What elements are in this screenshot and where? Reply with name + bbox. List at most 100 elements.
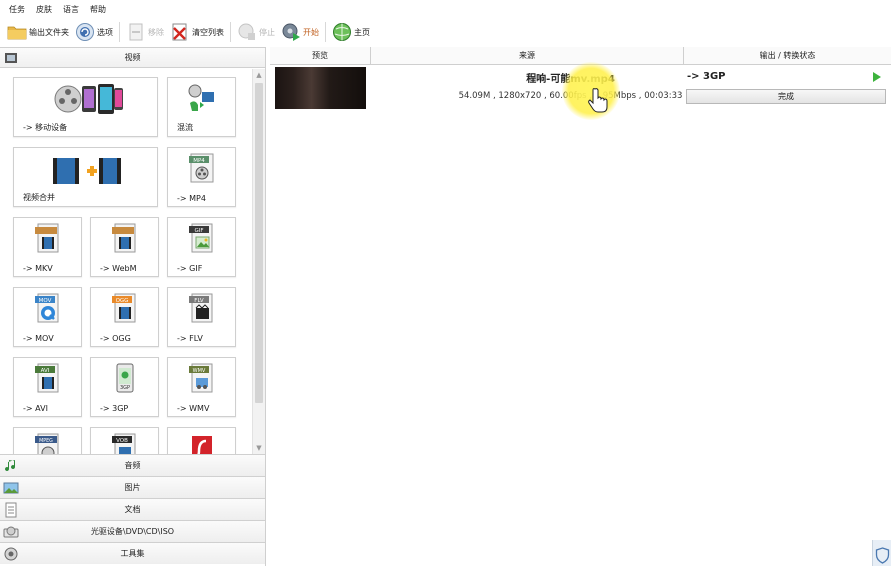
tile-3gp-label: -> 3GP bbox=[100, 404, 129, 413]
section-optical-drive[interactable]: 光驱设备\DVD\CD\ISO bbox=[0, 520, 265, 542]
menu-language[interactable]: 语言 bbox=[63, 4, 79, 15]
stop-button[interactable]: 停止 bbox=[237, 20, 275, 44]
remove-icon bbox=[129, 23, 143, 41]
tile-mobile-device-label: -> 移动设备 bbox=[23, 123, 68, 132]
tile-mkv[interactable]: -> MKV bbox=[13, 217, 82, 277]
scroll-up-icon[interactable]: ▲ bbox=[253, 69, 265, 81]
tile-ogg-label: -> OGG bbox=[100, 334, 131, 343]
ogg-badge-text: OGG bbox=[116, 298, 129, 304]
mp4-icon: MP4 bbox=[189, 153, 214, 183]
column-preview-label: 预览 bbox=[312, 51, 328, 60]
section-optical-drive-label: 光驱设备\DVD\CD\ISO bbox=[90, 527, 175, 536]
tile-mov[interactable]: MOV -> MOV bbox=[13, 287, 82, 347]
vob-icon: VOB bbox=[112, 433, 136, 454]
menu-help[interactable]: 帮助 bbox=[90, 4, 106, 15]
mp4-badge-text: MP4 bbox=[193, 158, 205, 164]
toolbar: 输出文件夹 选项 移除 清空列表 停止 开始 主页 bbox=[0, 18, 891, 46]
tile-gif-label: -> GIF bbox=[177, 264, 203, 273]
avi-badge-text: AVI bbox=[41, 368, 50, 374]
column-header-status[interactable]: 输出 / 转换状态 bbox=[684, 47, 891, 65]
mov-badge-text: MOV bbox=[39, 298, 52, 304]
section-picture[interactable]: 图片 bbox=[0, 476, 265, 498]
category-panel: 视频 -> 移动设备 混流 视频合并 MP4 -> MP4 -> MKV -> … bbox=[0, 47, 266, 566]
tile-vob[interactable]: VOB bbox=[90, 427, 159, 454]
options-button[interactable]: 选项 bbox=[75, 20, 113, 44]
play-icon[interactable] bbox=[873, 72, 881, 82]
tile-swf[interactable] bbox=[167, 427, 236, 454]
output-folder-label: 输出文件夹 bbox=[29, 27, 69, 37]
clear-list-button[interactable]: 清空列表 bbox=[170, 20, 224, 44]
tile-flv-label: -> FLV bbox=[177, 334, 203, 343]
section-picture-label: 图片 bbox=[124, 483, 141, 492]
start-button[interactable]: 开始 bbox=[281, 20, 319, 44]
tile-mpeg[interactable]: MPEG bbox=[13, 427, 82, 454]
column-status-label: 输出 / 转换状态 bbox=[759, 51, 816, 60]
avi-icon: AVI bbox=[35, 363, 59, 393]
tile-mp4-label: -> MP4 bbox=[177, 194, 206, 203]
toolbar-separator bbox=[230, 22, 231, 42]
webm-icon bbox=[112, 223, 136, 253]
wmv-badge-text: WMV bbox=[193, 368, 206, 374]
section-audio-label: 音频 bbox=[124, 461, 141, 470]
video-thumbnail bbox=[275, 67, 366, 109]
mov-icon: MOV bbox=[35, 293, 59, 323]
output-format: -> 3GP bbox=[687, 71, 726, 82]
section-audio[interactable]: 音频 bbox=[0, 454, 265, 476]
scrollbar-thumb[interactable] bbox=[255, 83, 263, 403]
tile-video-merge-label: 视频合并 bbox=[23, 193, 55, 202]
picture-icon bbox=[3, 482, 19, 494]
tile-mix[interactable]: 混流 bbox=[167, 77, 236, 137]
tile-gif[interactable]: GIF -> GIF bbox=[167, 217, 236, 277]
home-button[interactable]: 主页 bbox=[332, 20, 370, 44]
video-category-header[interactable]: 视频 bbox=[0, 47, 265, 68]
flv-icon: FLV bbox=[189, 293, 213, 323]
status-done-button[interactable]: 完成 bbox=[686, 89, 886, 104]
mix-icon bbox=[188, 84, 214, 111]
section-document[interactable]: 文档 bbox=[0, 498, 265, 520]
column-source-label: 来源 bbox=[519, 51, 535, 60]
tile-3gp[interactable]: 3GP -> 3GP bbox=[90, 357, 159, 417]
vob-badge-text: VOB bbox=[116, 438, 128, 444]
mpeg-badge-text: MPEG bbox=[39, 438, 53, 444]
tile-webm[interactable]: -> WebM bbox=[90, 217, 159, 277]
tile-mobile-device[interactable]: -> 移动设备 bbox=[13, 77, 158, 137]
start-label: 开始 bbox=[303, 27, 319, 37]
section-document-label: 文档 bbox=[124, 505, 141, 514]
tile-flv[interactable]: FLV -> FLV bbox=[167, 287, 236, 347]
menu-skin[interactable]: 皮肤 bbox=[36, 4, 52, 15]
options-label: 选项 bbox=[97, 27, 113, 37]
tools-icon bbox=[4, 547, 18, 561]
tile-avi-label: -> AVI bbox=[23, 404, 48, 413]
hand-cursor-icon bbox=[588, 88, 608, 113]
tile-ogg[interactable]: OGG -> OGG bbox=[90, 287, 159, 347]
toolbar-separator bbox=[325, 22, 326, 42]
task-list: 预览 来源 输出 / 转换状态 程响-可能mv.mp4 54.09M , 128… bbox=[270, 47, 891, 566]
section-tools[interactable]: 工具集 bbox=[0, 542, 265, 564]
scroll-down-icon[interactable]: ▼ bbox=[253, 442, 265, 454]
tile-video-merge[interactable]: 视频合并 bbox=[13, 147, 158, 207]
column-header-source[interactable]: 来源 bbox=[371, 47, 684, 65]
column-header-preview[interactable]: 预览 bbox=[270, 47, 371, 65]
home-label: 主页 bbox=[354, 27, 370, 37]
tray-corner-icon[interactable] bbox=[872, 540, 891, 566]
format-tile-grid: -> 移动设备 混流 视频合并 MP4 -> MP4 -> MKV -> Web… bbox=[0, 69, 252, 454]
3gp-badge-text: 3GP bbox=[120, 385, 130, 391]
tile-mp4[interactable]: MP4 -> MP4 bbox=[167, 147, 236, 207]
gif-icon: GIF bbox=[189, 223, 213, 253]
section-tools-label: 工具集 bbox=[120, 549, 145, 558]
wmv-icon: WMV bbox=[189, 363, 213, 393]
remove-button[interactable]: 移除 bbox=[126, 20, 164, 44]
tile-webm-label: -> WebM bbox=[100, 264, 137, 273]
tile-avi[interactable]: AVI -> AVI bbox=[13, 357, 82, 417]
gif-badge-text: GIF bbox=[194, 228, 203, 234]
output-folder-button[interactable]: 输出文件夹 bbox=[7, 20, 69, 44]
tile-wmv[interactable]: WMV -> WMV bbox=[167, 357, 236, 417]
tile-wmv-label: -> WMV bbox=[177, 404, 210, 413]
start-icon bbox=[282, 23, 300, 41]
clear-list-icon bbox=[172, 23, 187, 41]
mpeg-icon: MPEG bbox=[35, 433, 59, 454]
category-scrollbar[interactable]: ▲ ▼ bbox=[252, 69, 265, 454]
disc-drive-icon bbox=[3, 526, 19, 538]
menu-task[interactable]: 任务 bbox=[9, 4, 25, 15]
tile-mkv-label: -> MKV bbox=[23, 264, 53, 273]
